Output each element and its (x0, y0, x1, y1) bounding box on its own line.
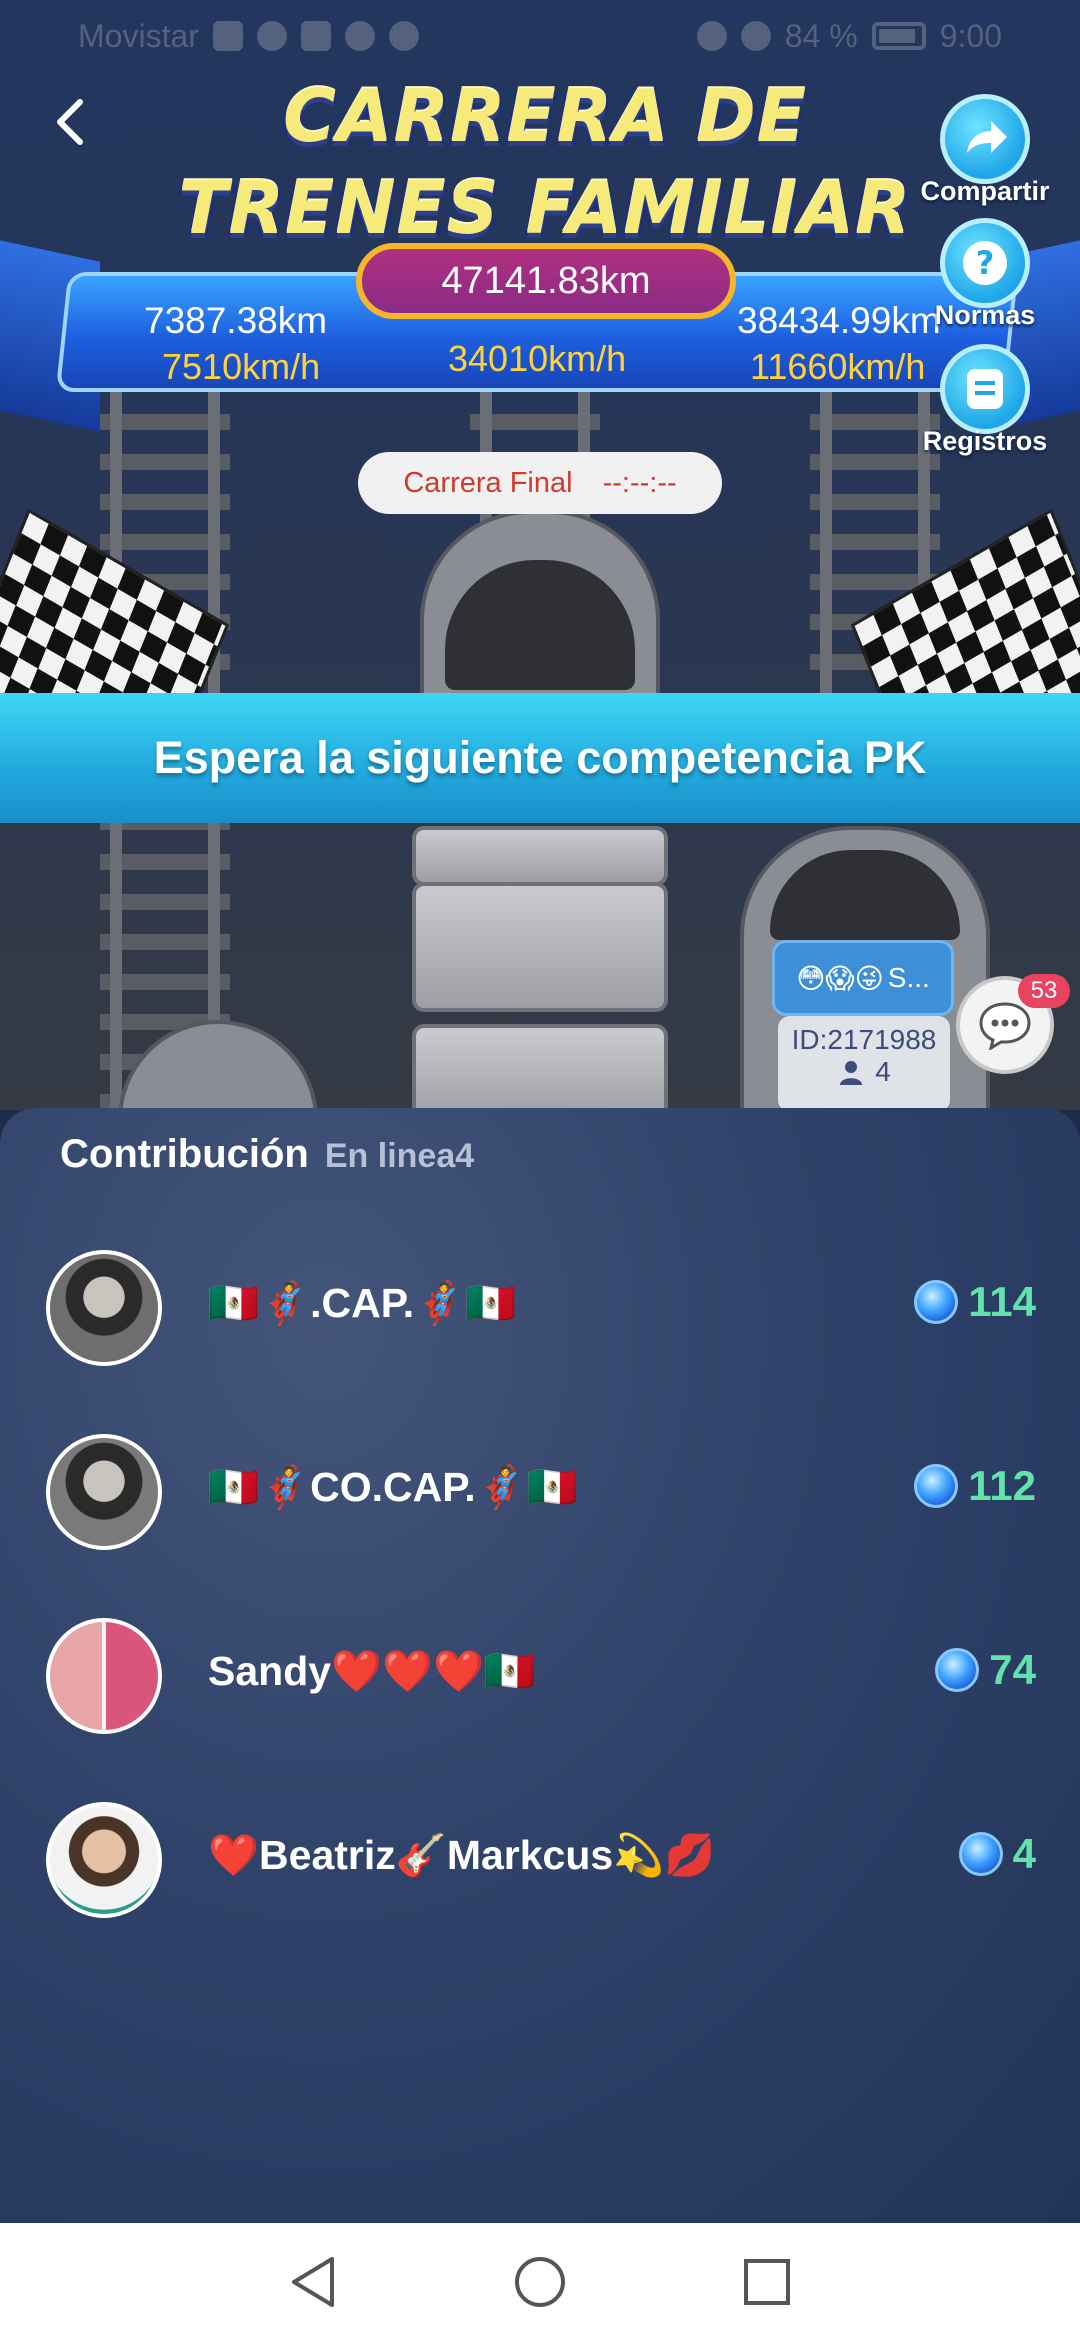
rival-name: S... (887, 962, 930, 993)
mute-icon (740, 21, 771, 51)
member-name: ❤️Beatriz🎸Markcus💫💋 (208, 1832, 716, 1878)
svg-text:?: ? (976, 244, 995, 282)
gem-icon (958, 1832, 1003, 1876)
total-speed: 34010km/h (448, 338, 627, 379)
list-item[interactable]: ❤️Beatriz🎸Markcus💫💋 4 (46, 1802, 1036, 1920)
chat-unread-badge: 53 (1018, 974, 1070, 1008)
rival-emoji: 😳😱😜 (796, 962, 884, 994)
total-distance: 47141.83km (356, 243, 736, 319)
title-line-2: TRENES FAMILIAR (178, 166, 912, 250)
system-nav-bar (0, 2223, 1080, 2340)
center-train-car (412, 1024, 668, 1110)
share-label: Compartir (920, 176, 1050, 206)
center-train-car (412, 826, 668, 886)
member-name: 🇲🇽🦸.CAP.🦸🇲🇽 (208, 1280, 517, 1326)
nav-home-icon (514, 2256, 565, 2307)
rules-button[interactable]: ? Normas (900, 218, 1070, 331)
rival-team-card[interactable]: 😳😱😜 S... (772, 940, 954, 1016)
records-icon (967, 369, 1003, 409)
share-icon (967, 121, 1007, 153)
battery-icon (871, 22, 926, 50)
member-score: 74 (935, 1646, 1036, 1694)
center-train-car (412, 882, 668, 1012)
signal-icon (212, 21, 243, 51)
avatar[interactable] (46, 1434, 162, 1550)
avatar[interactable] (46, 1802, 162, 1918)
nav-home-button[interactable] (510, 2252, 570, 2312)
gem-icon (935, 1648, 980, 1692)
battery-percent: 84 % (784, 17, 858, 54)
gem-icon (914, 1464, 959, 1508)
wifi-icon (256, 21, 287, 51)
records-label: Registros (922, 426, 1048, 456)
avatar[interactable] (46, 1618, 162, 1734)
records-button[interactable]: Registros (900, 344, 1070, 457)
final-race-timer: Carrera Final --:--:-- (358, 452, 722, 514)
left-speed: 7510km/h (162, 346, 321, 387)
alarm-icon (696, 21, 727, 51)
nav-back-icon (292, 2256, 335, 2307)
member-name: 🇲🇽🦸CO.CAP.🦸🇲🇽 (208, 1464, 578, 1510)
nav-recents-button[interactable] (737, 2252, 797, 2312)
carrier-label: Movistar (78, 17, 199, 54)
clock: 9:00 (939, 17, 1002, 54)
messenger-icon (388, 21, 419, 51)
score-value: 74 (989, 1646, 1036, 1693)
left-distance: 7387.38km (144, 300, 328, 341)
rival-id: ID:2171988 (791, 1024, 937, 1055)
gem-icon (914, 1280, 959, 1324)
rules-label: Normas (934, 300, 1036, 330)
list-item[interactable]: 🇲🇽🦸CO.CAP.🦸🇲🇽 112 (46, 1434, 1036, 1552)
score-value: 4 (1012, 1830, 1036, 1877)
contribution-panel: Contribución En linea4 🇲🇽🦸.CAP.🦸🇲🇽 114 🇲… (0, 1108, 1080, 2223)
status-bar: Movistar 84 % 9:00 (0, 0, 1080, 72)
wait-banner: Espera la siguiente competencia PK (0, 693, 1080, 823)
final-timer: --:--:-- (602, 466, 677, 499)
panel-header: Contribución En linea4 (60, 1132, 474, 1177)
member-score: 4 (958, 1830, 1036, 1878)
nav-back-button[interactable] (283, 2252, 343, 2312)
whatsapp-icon (344, 21, 375, 51)
sim-icon (300, 21, 331, 51)
member-name: Sandy❤️❤️❤️🇲🇽 (208, 1648, 536, 1694)
score-value: 114 (968, 1278, 1036, 1325)
page-title: CARRERA DE TRENES FAMILIAR (150, 70, 940, 254)
user-icon (840, 1061, 863, 1085)
list-item[interactable]: Sandy❤️❤️❤️🇲🇽 74 (46, 1618, 1036, 1736)
list-item[interactable]: 🇲🇽🦸.CAP.🦸🇲🇽 114 (46, 1250, 1036, 1368)
back-arrow-icon[interactable] (46, 96, 98, 148)
title-line-1: CARRERA DE (283, 74, 807, 158)
race-area: Movistar 84 % 9:00 😳😱😜 S... ID:2171988 4… (0, 0, 1080, 1110)
panel-title: Contribución (60, 1132, 309, 1176)
final-label: Carrera Final (403, 466, 573, 499)
question-icon: ? (963, 241, 1007, 285)
member-score: 114 (914, 1278, 1036, 1326)
member-score: 112 (914, 1462, 1036, 1510)
nav-recents-icon (743, 2258, 790, 2305)
share-button[interactable]: Compartir (900, 94, 1070, 207)
chat-icon (979, 1002, 1031, 1050)
score-value: 112 (968, 1462, 1036, 1509)
online-count: En linea4 (324, 1137, 475, 1175)
rival-members: 4 (875, 1056, 891, 1087)
rival-info: ID:2171988 4 (778, 1016, 950, 1110)
avatar[interactable] (46, 1250, 162, 1366)
